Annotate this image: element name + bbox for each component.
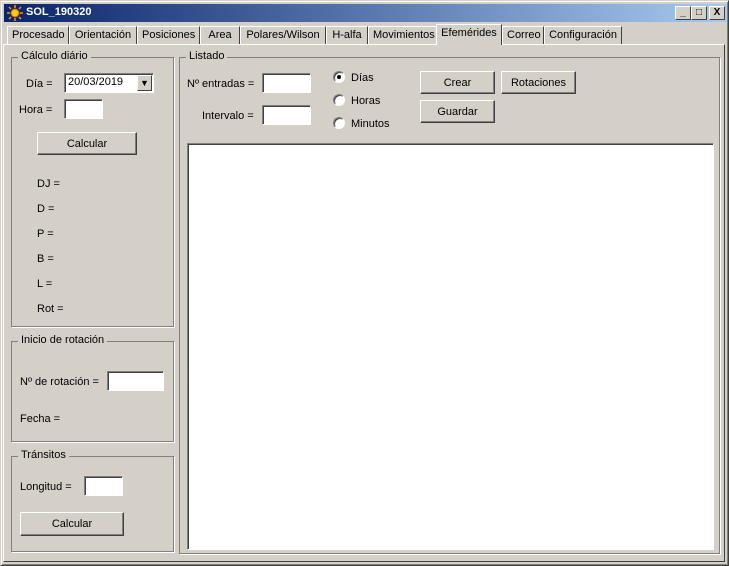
- num-rotacion-label: Nº de rotación =: [20, 376, 99, 388]
- minimize-button[interactable]: _: [675, 6, 691, 20]
- listado-output-area[interactable]: [187, 143, 714, 550]
- sun-icon: [7, 5, 23, 21]
- d-label: D =: [37, 203, 55, 215]
- hora-label: Hora =: [19, 104, 53, 116]
- calculo-diario-group: Cálculo diário Día = 20/03/2019 ▼ Hora =…: [11, 50, 174, 327]
- tab-polares-wilson[interactable]: Polares/Wilson: [240, 26, 326, 44]
- dia-value: 20/03/2019: [68, 76, 124, 88]
- rotaciones-button[interactable]: Rotaciones: [501, 71, 576, 94]
- tab-procesado[interactable]: Procesado: [7, 26, 69, 44]
- app-window: SOL_190320 _ □ X Procesado Orientación P…: [0, 0, 729, 566]
- calcular-diario-button[interactable]: Calcular: [37, 132, 137, 155]
- longitud-input[interactable]: [84, 476, 123, 496]
- tab-posiciones[interactable]: Posiciones: [137, 26, 200, 44]
- longitud-label: Longitud =: [20, 481, 72, 493]
- listado-title: Listado: [186, 50, 228, 62]
- radio-horas[interactable]: [333, 94, 345, 106]
- radio-minutos[interactable]: [333, 117, 345, 129]
- radio-dias-label[interactable]: Días: [351, 72, 374, 84]
- l-label: L =: [37, 278, 53, 290]
- window-title: SOL_190320: [26, 6, 92, 18]
- radio-selected-dot-icon: [337, 75, 341, 79]
- entradas-label: Nº entradas =: [187, 78, 255, 90]
- transitos-title: Tránsitos: [18, 449, 69, 461]
- dia-label: Día =: [26, 78, 53, 90]
- inicio-rotacion-title: Inicio de rotación: [18, 334, 108, 346]
- inicio-rotacion-group: Inicio de rotación Nº de rotación = Fech…: [11, 334, 174, 442]
- tab-movimientos[interactable]: Movimientos: [368, 26, 438, 44]
- close-button[interactable]: X: [709, 6, 725, 20]
- intervalo-label: Intervalo =: [202, 110, 254, 122]
- dia-date-picker[interactable]: 20/03/2019 ▼: [64, 73, 154, 93]
- calculo-diario-title: Cálculo diário: [18, 50, 91, 62]
- efemerides-panel: Cálculo diário Día = 20/03/2019 ▼ Hora =…: [3, 44, 725, 562]
- transitos-group: Tránsitos Longitud = Calcular: [11, 449, 174, 552]
- listado-group: Listado Nº entradas = Intervalo = Días H…: [179, 50, 720, 554]
- tab-configuracion[interactable]: Configuración: [544, 26, 622, 44]
- dj-label: DJ =: [37, 178, 60, 190]
- tab-h-alfa[interactable]: H-alfa: [326, 26, 368, 44]
- tab-area[interactable]: Area: [200, 26, 240, 44]
- p-label: P =: [37, 228, 54, 240]
- fecha-label: Fecha =: [20, 413, 61, 425]
- crear-button[interactable]: Crear: [420, 71, 495, 94]
- radio-dias[interactable]: [333, 71, 345, 83]
- radio-horas-label[interactable]: Horas: [351, 95, 380, 107]
- tab-orientacion[interactable]: Orientación: [69, 26, 137, 44]
- guardar-button[interactable]: Guardar: [420, 100, 495, 123]
- num-rotacion-input[interactable]: [107, 371, 164, 391]
- dropdown-arrow-icon[interactable]: ▼: [137, 75, 152, 91]
- radio-minutos-label[interactable]: Minutos: [351, 118, 390, 130]
- tab-correo[interactable]: Correo: [502, 26, 544, 44]
- rot-label: Rot =: [37, 303, 64, 315]
- entradas-input[interactable]: [262, 73, 311, 93]
- maximize-button[interactable]: □: [691, 6, 707, 20]
- hora-input[interactable]: [64, 99, 103, 119]
- b-label: B =: [37, 253, 54, 265]
- calcular-transitos-button[interactable]: Calcular: [20, 512, 124, 536]
- title-bar[interactable]: SOL_190320 _ □ X: [4, 4, 727, 22]
- intervalo-input[interactable]: [262, 105, 311, 125]
- tab-efemerides[interactable]: Efemérides: [436, 24, 502, 45]
